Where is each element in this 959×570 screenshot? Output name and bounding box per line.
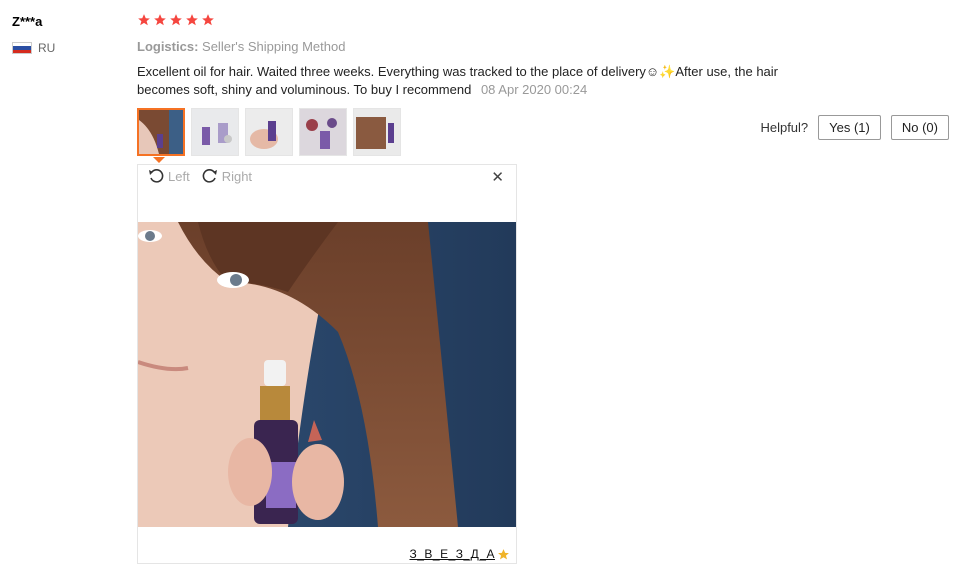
rotate-left-icon	[149, 169, 164, 183]
photo-thumbnail[interactable]	[191, 108, 239, 156]
review-text: Excellent oil for hair. Waited three wee…	[137, 63, 827, 99]
active-thumbnail-pointer	[153, 157, 165, 163]
country-code: RU	[38, 41, 56, 55]
russia-flag-icon	[12, 42, 32, 54]
rotate-left-label: Left	[168, 168, 190, 184]
photo-watermark: З_В_Е_З_Д_А	[409, 547, 510, 561]
star-icon	[186, 14, 198, 26]
watermark-text: З_В_Е_З_Д_А	[409, 547, 495, 561]
rotate-left-button[interactable]: Left	[148, 168, 190, 184]
review-photo	[138, 222, 516, 527]
helpful-label: Helpful?	[760, 120, 809, 135]
helpful-no-button[interactable]: No (0)	[890, 115, 949, 140]
reviewer-country: RU	[12, 41, 55, 55]
photo-viewer: Left Right ✕ З_В_Е_З_Д_А	[137, 164, 517, 564]
close-icon[interactable]: ✕	[491, 168, 504, 186]
logistics-info: Logistics: Seller's Shipping Method	[137, 39, 345, 54]
review-date: 08 Apr 2020 00:24	[480, 82, 588, 97]
star-icon	[170, 14, 182, 26]
review-text-line2: becomes soft, shiny and voluminous. To b…	[137, 82, 472, 97]
photo-thumbnail[interactable]	[299, 108, 347, 156]
star-icon	[154, 14, 166, 26]
review-text-line1: Excellent oil for hair. Waited three wee…	[137, 64, 778, 79]
logistics-label: Logistics:	[137, 39, 199, 54]
photo-thumbnail[interactable]	[137, 108, 185, 156]
photo-thumbnails	[137, 108, 401, 156]
star-icon	[498, 548, 509, 559]
helpful-yes-button[interactable]: Yes (1)	[818, 115, 881, 140]
photo-thumbnail[interactable]	[353, 108, 401, 156]
photo-thumbnail[interactable]	[245, 108, 293, 156]
logistics-value: Seller's Shipping Method	[202, 39, 346, 54]
rotate-right-label: Right	[221, 168, 253, 184]
viewer-toolbar: Left Right	[148, 168, 258, 184]
rating-stars	[137, 13, 215, 27]
star-icon	[138, 14, 150, 26]
rotate-right-button[interactable]: Right	[202, 168, 252, 184]
reviewer-name: Z***a	[12, 14, 43, 29]
rotate-right-icon	[202, 169, 217, 183]
star-icon	[202, 14, 214, 26]
helpful-section: Helpful? Yes (1) No (0)	[760, 115, 949, 140]
